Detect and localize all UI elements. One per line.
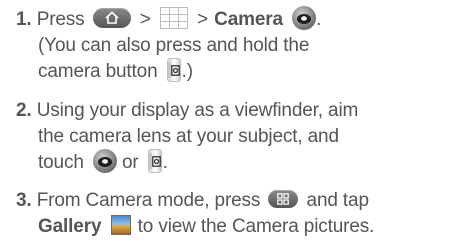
camera-app-icon xyxy=(292,5,317,30)
or-text: or xyxy=(122,152,139,173)
step-1-line-1: 1. Press > > Camera . xyxy=(16,5,322,33)
camera-side-button-icon xyxy=(147,148,162,173)
step-number: 1. xyxy=(16,9,32,30)
step-1-line-2: (You can also press and hold the xyxy=(38,35,310,56)
home-key-icon xyxy=(92,7,131,28)
step-2-line-3: touch or . xyxy=(16,148,358,176)
camera-label: Camera xyxy=(214,9,283,30)
step-text: and tap xyxy=(306,190,369,211)
step-text: camera button xyxy=(38,61,158,82)
step-2: 2. Using your display as a viewfinder, a… xyxy=(16,98,358,176)
step-text: Using your display as a viewfinder, aim xyxy=(36,100,359,121)
gallery-label: Gallery xyxy=(38,216,102,237)
arrow-separator: > xyxy=(139,9,151,30)
step-number: 3. xyxy=(16,190,32,211)
apps-grid-icon xyxy=(159,6,188,29)
step-text: From Camera mode, press xyxy=(36,190,261,211)
step-text: to view the Camera pictures. xyxy=(137,216,375,237)
camera-app-icon xyxy=(92,148,117,173)
step-3-line-1: 3. From Camera mode, press and tap xyxy=(16,188,374,214)
step-1-line-3: camera button .) xyxy=(16,57,321,85)
step-number: 2. xyxy=(16,100,32,121)
step-2-line-2: the camera lens at your subject, and xyxy=(38,126,339,147)
closing-text: .) xyxy=(181,61,193,82)
step-2-line-1: 2. Using your display as a viewfinder, a… xyxy=(16,98,358,124)
camera-side-button-icon xyxy=(166,57,181,82)
step-3-line-2: Gallery to view the Camera pictures. xyxy=(16,214,374,240)
period: . xyxy=(162,152,168,173)
menu-key-icon xyxy=(268,189,299,208)
gallery-icon xyxy=(110,214,131,235)
period: . xyxy=(316,9,322,30)
arrow-separator: > xyxy=(197,9,208,30)
step-1: 1. Press > > Camera . (You can also pres… xyxy=(16,5,322,85)
step-text: Press xyxy=(36,9,85,30)
step-3: 3. From Camera mode, press and tap Galle… xyxy=(16,188,374,240)
step-text: touch xyxy=(38,152,84,173)
